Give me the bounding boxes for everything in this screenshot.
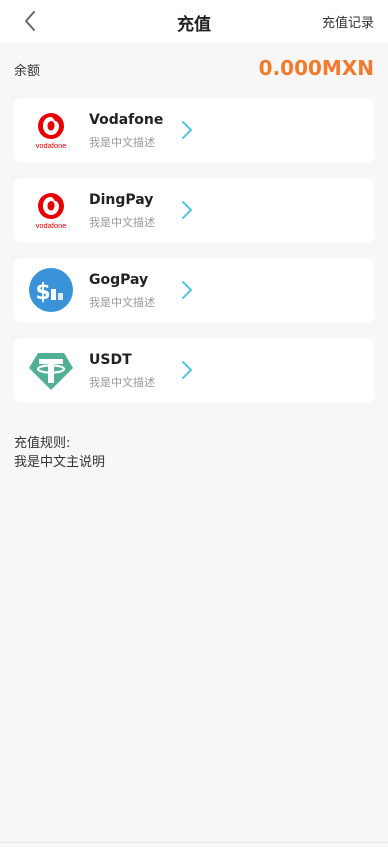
tether-logo-icon: [29, 353, 73, 390]
payment-method-dingpay[interactable]: vodafone DingPay 我是中文描述: [14, 178, 374, 242]
vodafone-logo-text: vodafone: [36, 141, 67, 150]
chevron-right-icon: [181, 200, 193, 220]
payment-method-description: 我是中文描述: [89, 216, 155, 229]
top-nav-bar: 充值 充值记录: [0, 0, 388, 42]
recharge-record-link[interactable]: 充值记录: [322, 12, 374, 31]
payment-method-description: 我是中文描述: [89, 376, 155, 389]
payment-method-gogpay[interactable]: $ GogPay 我是中文描述: [14, 258, 374, 322]
payment-method-name: USDT: [89, 352, 132, 368]
payment-method-vodafone[interactable]: vodafone Vodafone 我是中文描述: [14, 98, 374, 162]
recharge-rules: 充值规则: 我是中文主说明: [14, 434, 105, 472]
rules-title: 充值规则:: [14, 436, 71, 451]
balance-label: 余额: [14, 64, 41, 79]
chevron-right-icon: [181, 280, 193, 300]
balance-value: 0.000MXN: [258, 56, 374, 80]
payment-method-name: GogPay: [89, 272, 149, 288]
chevron-right-icon: [181, 120, 193, 140]
payment-method-name: Vodafone: [89, 112, 164, 128]
payment-method-description: 我是中文描述: [89, 296, 155, 309]
vodafone-logo-icon: vodafone: [36, 113, 67, 150]
payment-method-name: DingPay: [89, 192, 154, 208]
bottom-divider: [0, 842, 388, 843]
chevron-right-icon: [181, 360, 193, 380]
payment-method-usdt[interactable]: USDT 我是中文描述: [14, 338, 374, 402]
rules-text: 我是中文主说明: [14, 455, 106, 470]
dollar-chart-logo-icon: $: [29, 268, 73, 312]
vodafone-logo-icon: vodafone: [36, 193, 67, 230]
vodafone-logo-text: vodafone: [36, 221, 67, 230]
svg-text:$: $: [35, 280, 50, 305]
payment-method-description: 我是中文描述: [89, 136, 155, 149]
